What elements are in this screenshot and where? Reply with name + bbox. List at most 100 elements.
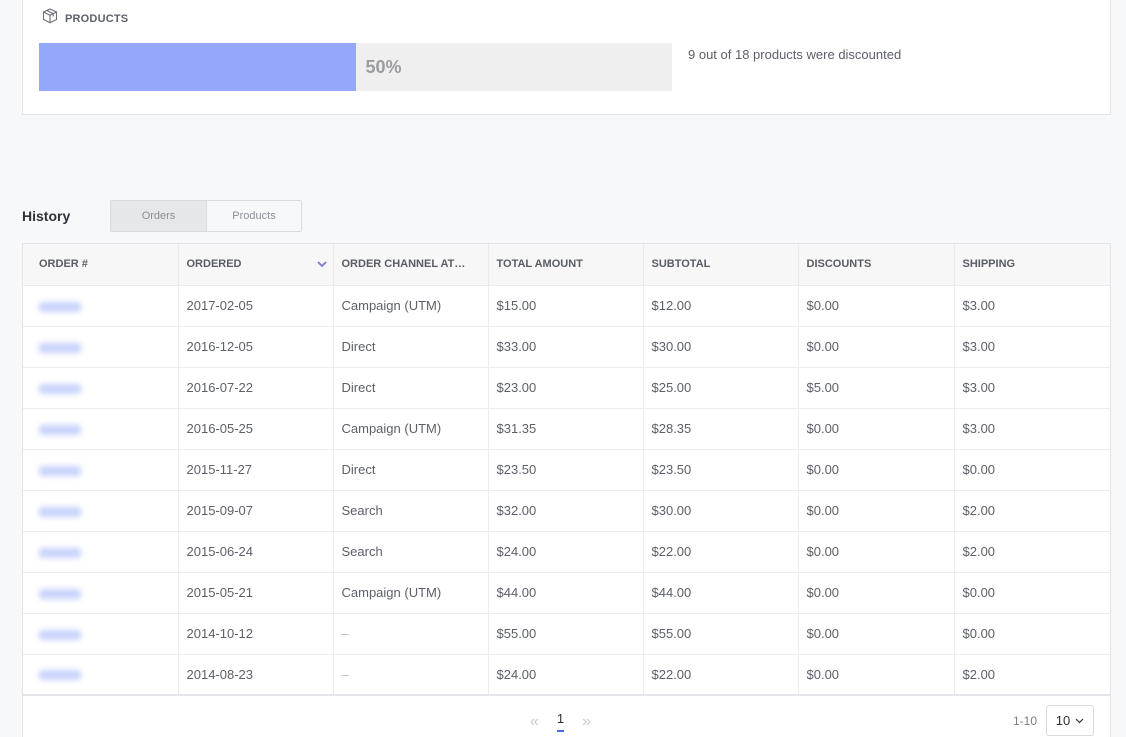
shipping-cell: $2.00 <box>954 654 1110 696</box>
history-title: History <box>22 208 71 224</box>
order-number-cell <box>23 613 179 655</box>
shipping-cell: $3.00 <box>954 367 1110 409</box>
order-channel-cell: Campaign (UTM) <box>333 285 489 327</box>
order-number-cell <box>23 326 179 368</box>
discounts-cell: $0.00 <box>798 490 955 532</box>
discounts-cell: $0.00 <box>798 531 955 573</box>
discounts-cell: $0.00 <box>798 654 955 696</box>
order-channel-cell: Search <box>333 490 489 532</box>
tab-orders[interactable]: Orders <box>111 201 206 231</box>
order-number-link[interactable] <box>39 506 81 517</box>
page-size-select[interactable]: 10 <box>1046 705 1094 736</box>
discounts-cell: $5.00 <box>798 367 955 409</box>
table-row: 2016-05-25 Campaign (UTM) $31.35 $28.35 $0.0… <box>23 408 1110 450</box>
order-channel-cell: Direct <box>333 367 489 409</box>
order-number-link[interactable] <box>39 342 81 353</box>
order-number-link[interactable] <box>39 629 81 640</box>
discounts-cell: $0.00 <box>798 449 955 491</box>
order-number-cell <box>23 490 179 532</box>
shipping-cell: $3.00 <box>954 285 1110 327</box>
shipping-cell: $3.00 <box>954 326 1110 368</box>
table-row: 2014-08-23– $24.00 $22.00 $0.00 $2.00 <box>23 654 1110 696</box>
total-amount-cell: $32.00 <box>488 490 644 532</box>
progress-fill <box>39 43 356 91</box>
history-tabs: Orders Products <box>110 200 302 232</box>
shipping-cell: $3.00 <box>954 408 1110 450</box>
ordered-date-cell: 2016-05-25 <box>178 408 334 450</box>
table-row: 2015-11-27 Direct $23.50 $23.50 $0.00 $0.00 <box>23 449 1110 491</box>
order-number-cell <box>23 654 179 696</box>
shipping-cell: $0.00 <box>954 449 1110 491</box>
total-amount-cell: $44.00 <box>488 572 644 614</box>
subtotal-cell: $22.00 <box>643 531 799 573</box>
table-row: 2015-09-07 Search $32.00 $30.00 $0.00 $2.00 <box>23 490 1110 532</box>
subtotal-cell: $44.00 <box>643 572 799 614</box>
subtotal-cell: $28.35 <box>643 408 799 450</box>
column-header-order-number[interactable]: ORDER # <box>23 244 179 286</box>
prev-page-icon[interactable]: « <box>530 713 539 731</box>
next-page-icon[interactable]: » <box>582 713 591 731</box>
subtotal-cell: $23.50 <box>643 449 799 491</box>
discounts-cell: $0.00 <box>798 613 955 655</box>
column-header-subtotal[interactable]: SUBTOTAL <box>643 244 799 286</box>
tab-products[interactable]: Products <box>206 201 301 231</box>
discounts-cell: $0.00 <box>798 285 955 327</box>
ordered-date-cell: 2015-05-21 <box>178 572 334 614</box>
pagination: « 1 » <box>530 711 591 732</box>
order-number-link[interactable] <box>39 301 81 312</box>
ordered-date-cell: 2016-12-05 <box>178 326 334 368</box>
order-channel-cell: Direct <box>333 326 489 368</box>
ordered-date-cell: 2015-06-24 <box>178 531 334 573</box>
total-amount-cell: $24.00 <box>488 531 644 573</box>
ordered-date-cell: 2017-02-05 <box>178 285 334 327</box>
ordered-date-cell: 2015-09-07 <box>178 490 334 532</box>
order-channel-cell: Search <box>333 531 489 573</box>
order-number-cell <box>23 572 179 614</box>
orders-table: ORDER # ORDERED ORDER CHANNEL ATTR... TO… <box>22 243 1111 737</box>
discounts-cell: $0.00 <box>798 408 955 450</box>
total-amount-cell: $55.00 <box>488 613 644 655</box>
discounts-cell: $0.00 <box>798 572 955 614</box>
subtotal-cell: $22.00 <box>643 654 799 696</box>
table-row: 2015-05-21 Campaign (UTM) $44.00 $44.00 $0.0… <box>23 572 1110 614</box>
page-number-current[interactable]: 1 <box>556 711 565 732</box>
table-header-row: ORDER # ORDERED ORDER CHANNEL ATTR... TO… <box>23 244 1110 286</box>
order-channel-cell: – <box>333 654 489 696</box>
order-number-cell <box>23 531 179 573</box>
ordered-date-cell: 2016-07-22 <box>178 367 334 409</box>
column-header-order-channel[interactable]: ORDER CHANNEL ATTR... <box>333 244 489 286</box>
table-row: 2016-12-05 Direct $33.00 $30.00 $0.00 $3.00 <box>23 326 1110 368</box>
box-icon <box>41 7 59 30</box>
ordered-date-cell: 2014-10-12 <box>178 613 334 655</box>
subtotal-cell: $30.00 <box>643 490 799 532</box>
products-summary: 9 out of 18 products were discounted <box>688 47 902 62</box>
order-channel-cell: – <box>333 613 489 655</box>
order-number-cell <box>23 449 179 491</box>
order-channel-cell: Direct <box>333 449 489 491</box>
subtotal-cell: $25.00 <box>643 367 799 409</box>
subtotal-cell: $55.00 <box>643 613 799 655</box>
order-number-cell <box>23 408 179 450</box>
order-number-link[interactable] <box>39 547 81 558</box>
order-number-link[interactable] <box>39 670 81 681</box>
order-number-link[interactable] <box>39 383 81 394</box>
subtotal-cell: $12.00 <box>643 285 799 327</box>
column-header-discounts[interactable]: DISCOUNTS <box>798 244 955 286</box>
column-header-total-amount[interactable]: TOTAL AMOUNT <box>488 244 644 286</box>
order-number-link[interactable] <box>39 465 81 476</box>
column-header-ordered[interactable]: ORDERED <box>178 244 334 286</box>
order-number-link[interactable] <box>39 588 81 599</box>
shipping-cell: $0.00 <box>954 613 1110 655</box>
table-row: 2014-10-12– $55.00 $55.00 $0.00 $0.00 <box>23 613 1110 655</box>
table-row: 2017-02-05 Campaign (UTM) $15.00 $12.00 $0.0… <box>23 285 1110 327</box>
column-header-shipping[interactable]: SHIPPING <box>954 244 1110 286</box>
sort-descending-icon[interactable] <box>316 260 327 268</box>
total-amount-cell: $23.50 <box>488 449 644 491</box>
order-channel-cell: Campaign (UTM) <box>333 408 489 450</box>
total-amount-cell: $23.00 <box>488 367 644 409</box>
total-amount-cell: $31.35 <box>488 408 644 450</box>
shipping-cell: $2.00 <box>954 490 1110 532</box>
total-amount-cell: $33.00 <box>488 326 644 368</box>
order-number-link[interactable] <box>39 424 81 435</box>
order-channel-cell: Campaign (UTM) <box>333 572 489 614</box>
